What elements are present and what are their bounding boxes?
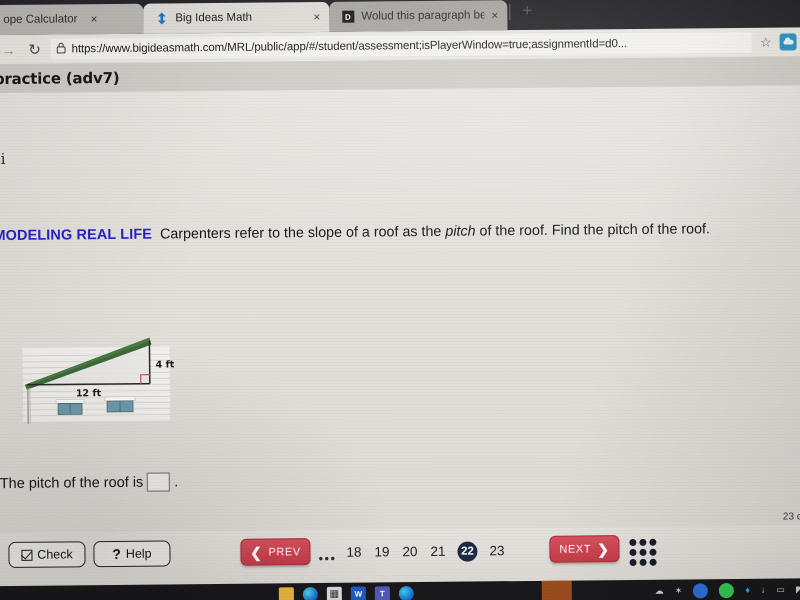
edge-browser-icon[interactable]: [302, 586, 318, 600]
network-globe-icon[interactable]: [693, 582, 709, 598]
grid-dot: [629, 558, 637, 567]
browser-tab-1[interactable]: Big Ideas Math ×: [143, 1, 330, 34]
run-label: 12 ft: [76, 388, 102, 399]
tab-title: ope Calculator: [3, 13, 78, 27]
collections-icon[interactable]: [779, 33, 797, 51]
chevron-right-icon: ❯: [597, 540, 610, 557]
wifi-icon[interactable]: ◤: [796, 584, 800, 595]
app-grid-icon[interactable]: [629, 538, 657, 567]
assessment-content: i MODELING REAL LIFE Carpenters refer to…: [0, 85, 800, 534]
file-explorer-icon[interactable]: [278, 586, 294, 600]
taskbar-tray: ☁ ✶ ♦ ↓ ▭ ◤: [655, 582, 800, 598]
browser-tab-0[interactable]: ope Calculator ×: [0, 3, 144, 36]
answer-prompt-period: .: [174, 473, 179, 490]
answer-prompt: The pitch of the roof is .: [0, 472, 178, 493]
document-icon: D: [341, 10, 354, 23]
sound-icon[interactable]: [719, 582, 735, 598]
question-mark-icon: ?: [112, 545, 121, 562]
prev-button-label: PREV: [268, 545, 301, 558]
question-text-part2: of the roof. Find the pitch of the roof.: [475, 221, 711, 240]
grid-dot: [639, 538, 647, 546]
page-number-22-current[interactable]: 22: [457, 541, 478, 562]
grid-dot: [649, 538, 657, 546]
grid-dot: [629, 538, 637, 547]
grid-dot: [649, 558, 657, 566]
url-input[interactable]: https://www.bigideasmath.com/MRL/public/…: [50, 31, 753, 60]
answer-input[interactable]: [147, 472, 171, 492]
microsoft-store-icon[interactable]: ▦: [326, 586, 342, 600]
edge-icon-2[interactable]: [398, 585, 414, 600]
browser-window: ope Calculator × Big Ideas Math × D Wolu…: [0, 0, 800, 600]
taskbar-apps: ▦ W T: [278, 585, 414, 600]
new-tab-button[interactable]: +: [510, 0, 542, 22]
download-icon[interactable]: ↓: [761, 585, 766, 595]
page-number-23[interactable]: 23: [488, 541, 505, 561]
page-number-19[interactable]: 19: [373, 542, 390, 562]
close-icon[interactable]: ×: [491, 8, 498, 22]
rise-label: 4 ft: [156, 359, 175, 370]
grid-dot: [639, 548, 647, 556]
url-text: https://www.bigideasmath.com/MRL/public/…: [71, 37, 628, 55]
notification-icon[interactable]: ✶: [675, 585, 683, 596]
question-count: 23 of: [782, 511, 800, 523]
bigideas-icon: [155, 12, 168, 25]
question-text-part1: Carpenters refer to the slope of a roof …: [159, 223, 446, 243]
question-statement: MODELING REAL LIFE Carpenters refer to t…: [0, 220, 793, 244]
taskbar-active-highlight: [541, 580, 572, 600]
photo-of-screen: ope Calculator × Big Ideas Math × D Wolu…: [0, 0, 800, 600]
page-title: practice (adv7): [0, 68, 120, 88]
checkbox-icon: [21, 549, 33, 561]
chevron-left-icon: ❮: [250, 544, 263, 561]
tab-title: Big Ideas Math: [175, 11, 253, 25]
page-number-18[interactable]: 18: [345, 543, 362, 563]
bluetooth-icon[interactable]: ♦: [745, 585, 750, 595]
next-button[interactable]: NEXT ❯: [549, 535, 620, 563]
word-icon[interactable]: W: [350, 586, 366, 600]
check-button[interactable]: Check: [8, 541, 86, 568]
page-number-20[interactable]: 20: [401, 542, 418, 562]
browser-tab-2[interactable]: D Wolud this paragraph be a comp ×: [329, 0, 508, 32]
page-number-21[interactable]: 21: [429, 542, 446, 562]
pagination-ellipsis[interactable]: •••: [318, 551, 336, 566]
roof-pitch-diagram: 4 ft 12 ft 4 ft 12 ft: [18, 334, 184, 426]
battery-icon[interactable]: ▭: [776, 584, 785, 595]
check-button-label: Check: [37, 547, 73, 562]
reload-icon[interactable]: ↻: [25, 39, 45, 59]
tab-title: Wolud this paragraph be a comp: [361, 9, 485, 23]
info-icon[interactable]: i: [1, 150, 6, 168]
onedrive-icon[interactable]: ☁: [655, 585, 664, 596]
grid-dot: [639, 558, 647, 566]
help-button[interactable]: ? Help: [93, 540, 171, 568]
modeling-real-life-tag: MODELING REAL LIFE: [0, 226, 153, 245]
lock-icon: [56, 42, 66, 56]
pagination: 18 19 20 21 22 23: [345, 541, 505, 563]
grid-dot: [629, 548, 637, 557]
question-italic-word: pitch: [445, 223, 476, 240]
assessment-toolbar: 23 of Check ? Help ❮ PREV ••• 18 19 20 2…: [0, 511, 800, 587]
answer-prompt-text: The pitch of the roof is: [0, 474, 144, 492]
close-icon[interactable]: ×: [90, 12, 97, 26]
prev-button[interactable]: ❮ PREV: [240, 538, 311, 566]
question-text: Carpenters refer to the slope of a roof …: [160, 221, 710, 242]
close-icon[interactable]: ×: [313, 10, 320, 24]
teams-icon[interactable]: T: [374, 585, 390, 600]
grid-dot: [649, 548, 657, 556]
help-button-label: Help: [125, 546, 152, 561]
forward-arrow-icon[interactable]: →: [0, 39, 19, 59]
favorites-star-icon[interactable]: ☆: [758, 34, 774, 50]
next-button-label: NEXT: [559, 542, 592, 556]
